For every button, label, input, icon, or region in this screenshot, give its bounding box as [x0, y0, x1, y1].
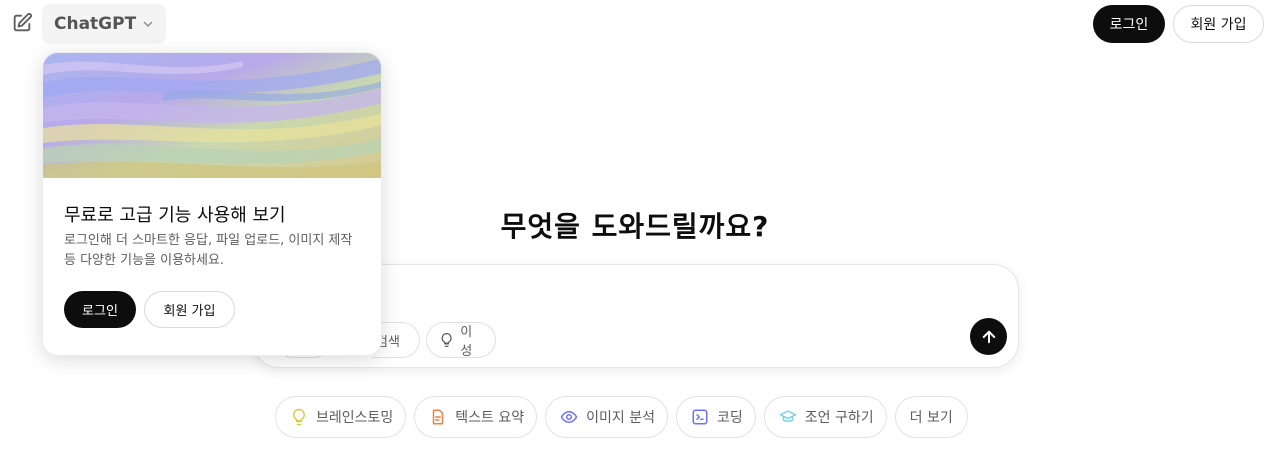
popup-signup-button[interactable]: 회원 가입 [144, 291, 235, 328]
chip-analyze-image[interactable]: 이미지 분석 [545, 396, 668, 438]
reason-tool-label: 이성 [460, 325, 473, 359]
popup-description: 로그인해 더 스마트한 응답, 파일 업로드, 이미지 제작 등 다양한 기능을… [64, 233, 353, 268]
chip-summarize[interactable]: 텍스트 요약 [414, 396, 538, 438]
model-name: ChatGPT [54, 14, 137, 34]
model-selector[interactable]: ChatGPT [42, 4, 167, 44]
chip-label: 이미지 분석 [586, 410, 655, 426]
chip-coding[interactable]: 코딩 [676, 396, 756, 438]
document-icon [433, 409, 444, 425]
send-button[interactable] [970, 318, 1007, 355]
top-bar: ChatGPT 로그인 회원 가입 [0, 0, 1270, 48]
eye-icon [560, 411, 578, 423]
upgrade-popup: 무료로 고급 기능 사용해 보기 로그인해 더 스마트한 응답, 파일 업로드,… [42, 52, 382, 356]
lightbulb-icon [293, 408, 305, 426]
login-button[interactable]: 로그인 [1093, 5, 1165, 43]
arrow-up-icon [982, 330, 995, 343]
chip-label: 코딩 [717, 410, 743, 426]
chip-label: 브레인스토밍 [316, 410, 394, 426]
code-icon [692, 409, 708, 425]
chip-label: 더 보기 [909, 410, 953, 426]
chip-get-advice[interactable]: 조언 구하기 [763, 396, 887, 438]
chip-label: 텍스트 요약 [455, 410, 525, 426]
popup-title: 무료로 고급 기능 사용해 보기 [64, 205, 286, 226]
edit-icon [13, 12, 32, 32]
chip-brainstorm[interactable]: 브레인스토밍 [275, 396, 407, 438]
suggestion-chips: 브레인스토밍 텍스트 요약 이미지 분석 코딩 조언 구하기 더 보기 [275, 396, 968, 438]
signup-button[interactable]: 회원 가입 [1173, 5, 1264, 43]
new-chat-button[interactable] [9, 10, 35, 36]
reason-tool-button[interactable]: 이성 [426, 322, 496, 359]
popup-login-button[interactable]: 로그인 [64, 291, 136, 328]
popup-banner-image [43, 53, 381, 178]
chip-label: 조언 구하기 [804, 410, 874, 426]
chip-more[interactable]: 더 보기 [894, 396, 968, 438]
graduation-cap-icon [779, 410, 797, 422]
lightbulb-icon [441, 333, 452, 347]
chevron-down-icon [142, 18, 154, 30]
